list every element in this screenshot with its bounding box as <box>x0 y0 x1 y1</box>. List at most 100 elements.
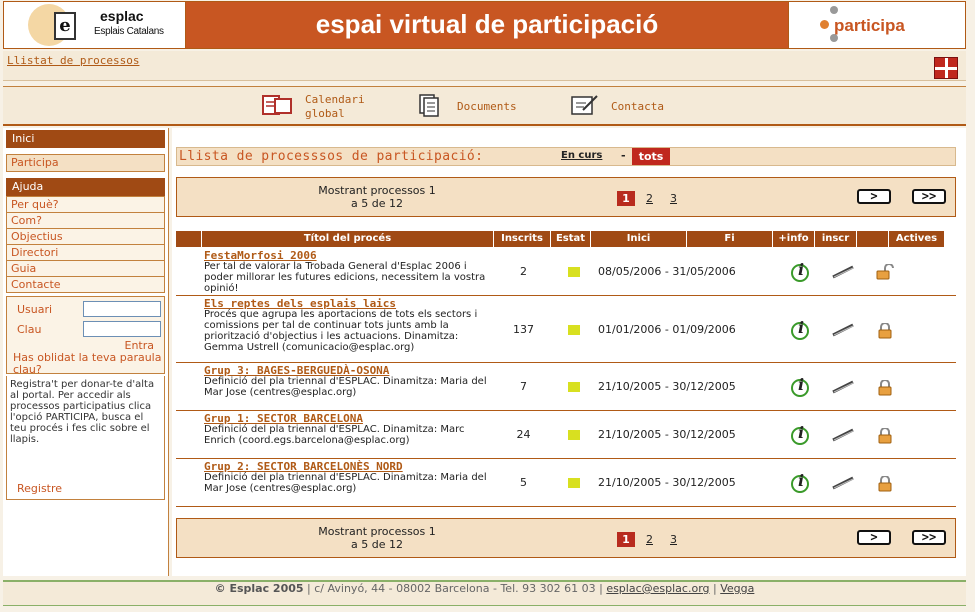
nav-contact[interactable]: Contacta <box>569 93 664 117</box>
nav-documents-label: Documents <box>457 100 517 113</box>
pager-summary-line2: a 5 de 12 <box>351 197 403 210</box>
process-description: Procés que agrupa les aportacions de tot… <box>204 309 478 353</box>
col-title: Títol del procés <box>202 231 494 247</box>
state-indicator <box>568 325 580 335</box>
inscrits-count: 5 <box>520 476 527 489</box>
esplac-logo[interactable]: e esplac Esplais Catalans <box>4 2 184 48</box>
pager-summary-line2: a 5 de 12 <box>351 538 403 551</box>
footer-separator: | <box>709 582 721 595</box>
svg-text:i: i <box>798 471 804 490</box>
filter-en-curs[interactable]: En curs <box>561 150 602 161</box>
menu-per-que[interactable]: Per què? <box>6 196 165 213</box>
pager-summary-line1: Mostrant processos 1 <box>318 184 436 197</box>
user-label: Usuari <box>17 303 53 316</box>
pager-summary-line1: Mostrant processos 1 <box>318 525 436 538</box>
pencil-icon[interactable] <box>831 380 857 394</box>
col-info: +info <box>773 231 815 247</box>
site-footer: © Esplac 2005 | c/ Avinyó, 44 - 08002 Ba… <box>3 580 966 606</box>
footer-address: | c/ Avinyó, 44 - 08002 Barcelona - Tel.… <box>303 582 607 595</box>
info-icon[interactable]: i <box>790 260 812 282</box>
footer-email-link[interactable]: esplac@esplac.org <box>606 582 709 595</box>
pass-label: Clau <box>17 323 42 336</box>
next-page-button[interactable]: > <box>857 530 891 545</box>
register-link[interactable]: Registre <box>17 482 62 495</box>
page-1[interactable]: 1 <box>617 532 635 547</box>
process-dates: 21/10/2005 - 30/12/2005 <box>598 380 736 393</box>
process-dates: 21/10/2005 - 30/12/2005 <box>598 476 736 489</box>
pencil-icon[interactable] <box>831 265 857 279</box>
lock-icon <box>878 380 892 396</box>
nav-calendar-line2: global <box>305 107 345 120</box>
process-description: Per tal de valorar la Trobada General d'… <box>204 261 486 294</box>
process-dates: 21/10/2005 - 30/12/2005 <box>598 428 736 441</box>
next-page-button[interactable]: > <box>857 189 891 204</box>
site-title: espai virtual de participació <box>315 9 659 39</box>
pager-summary: Mostrant processos 1a 5 de 12 <box>301 184 453 210</box>
last-page-button[interactable]: >> <box>912 189 946 204</box>
state-indicator <box>568 267 580 277</box>
table-row: FestaMorfosi 2006 Per tal de valorar la … <box>176 249 956 296</box>
info-icon[interactable]: i <box>790 423 812 445</box>
process-description: Definició del pla triennal d'ESPLAC. Din… <box>204 472 487 494</box>
filter-tots[interactable]: tots <box>632 148 670 165</box>
menu-directori[interactable]: Directori <box>6 244 165 261</box>
process-dates: 01/01/2006 - 01/09/2006 <box>598 323 736 336</box>
info-icon[interactable]: i <box>790 318 812 340</box>
state-indicator <box>568 478 580 488</box>
list-title: Llista de processsos de participació: <box>179 149 484 164</box>
menu-objectius[interactable]: Objectius <box>6 228 165 245</box>
last-page-button[interactable]: >> <box>912 530 946 545</box>
menu-participa[interactable]: Participa <box>6 154 165 172</box>
pencil-icon[interactable] <box>831 428 857 442</box>
inscrits-count: 137 <box>513 323 534 336</box>
pencil-icon[interactable] <box>831 476 857 490</box>
forgot-password-link[interactable]: Has oblidat la teva paraula clau? <box>13 352 163 376</box>
process-list-link[interactable]: Llistat de processos <box>7 54 139 67</box>
inscrits-count: 24 <box>516 428 531 441</box>
page-3[interactable]: 3 <box>670 192 677 205</box>
table-row: Grup 3: BAGES-BERGUEDÀ-OSONA Definició d… <box>176 364 956 411</box>
page-2[interactable]: 2 <box>646 533 653 546</box>
password-input[interactable] <box>83 321 161 337</box>
process-description: Definició del pla triennal d'ESPLAC. Din… <box>204 376 487 398</box>
logo-letter: e <box>54 12 76 40</box>
nav-documents[interactable]: Documents <box>417 93 517 117</box>
info-icon[interactable]: i <box>790 375 812 397</box>
participa-logo[interactable]: participa <box>790 2 965 48</box>
table-row: Els reptes dels esplais laics Procés que… <box>176 297 956 363</box>
menu-contacte[interactable]: Contacte <box>6 276 165 293</box>
col-inici: Inici <box>591 231 687 247</box>
nav-calendar[interactable]: Calendari global <box>261 93 365 121</box>
pencil-icon[interactable] <box>831 323 857 337</box>
dot-icon <box>820 20 829 29</box>
documents-icon <box>417 93 447 117</box>
gift-icon[interactable] <box>934 57 958 79</box>
contact-icon <box>569 93 601 117</box>
page-1[interactable]: 1 <box>617 191 635 206</box>
main-content: Llista de processsos de participació: En… <box>172 128 966 576</box>
inscrits-count: 2 <box>520 265 527 278</box>
page-3[interactable]: 3 <box>670 533 677 546</box>
col-inscrits: Inscrits <box>494 231 551 247</box>
table-header: Títol del procés Inscrits Estat Inici Fi… <box>176 231 956 247</box>
svg-text:i: i <box>798 423 804 442</box>
info-icon[interactable]: i <box>790 471 812 493</box>
menu-ajuda[interactable]: Ajuda <box>6 178 165 196</box>
menu-guia[interactable]: Guia <box>6 260 165 277</box>
logo-subtitle: Esplais Catalans <box>94 26 164 37</box>
menu-inici[interactable]: Inici <box>6 130 165 148</box>
footer-credit-link[interactable]: Vegga <box>720 582 754 595</box>
page-2[interactable]: 2 <box>646 192 653 205</box>
col-inscr: inscr <box>815 231 857 247</box>
nav-contact-label: Contacta <box>611 100 664 113</box>
pager-bottom: Mostrant processos 1a 5 de 12 1 2 3 > >> <box>176 518 956 558</box>
pager-top: Mostrant processos 1a 5 de 12 1 2 3 > >> <box>176 177 956 217</box>
breadcrumb-bar: Llistat de processos <box>3 51 966 81</box>
user-input[interactable] <box>83 301 161 317</box>
col-estat: Estat <box>551 231 591 247</box>
svg-text:i: i <box>798 260 804 279</box>
nav-calendar-line1: Calendari <box>305 93 365 106</box>
menu-com[interactable]: Com? <box>6 212 165 229</box>
dot-icon <box>830 6 838 14</box>
state-indicator <box>568 382 580 392</box>
